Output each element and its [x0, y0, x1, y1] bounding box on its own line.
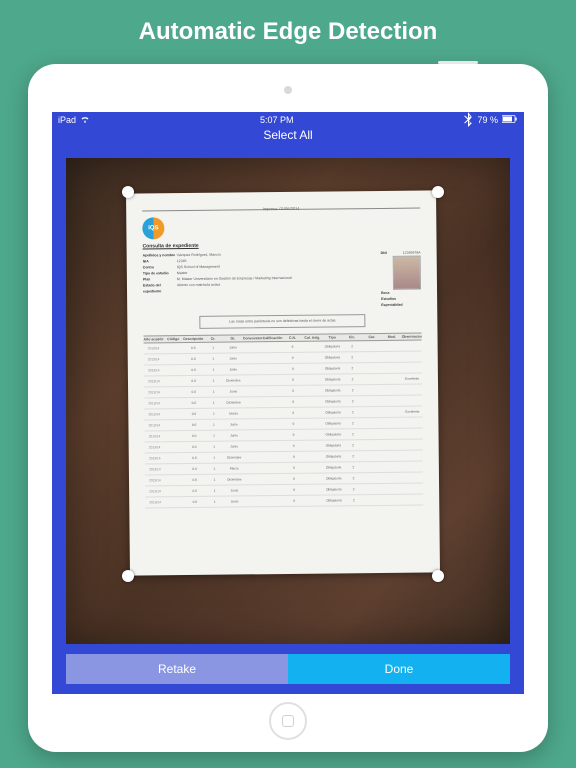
doc-field-value: Abierto con matrícula activa	[177, 280, 375, 294]
crop-handle-tr[interactable]	[432, 186, 444, 198]
nav-title[interactable]: Select All	[263, 128, 312, 142]
done-button[interactable]: Done	[288, 654, 510, 684]
doc-table: Año académicoCódigoDescripciónCr.Gr.Conv…	[143, 333, 423, 509]
battery-percent: 79 %	[477, 115, 498, 125]
crop-handle-tl[interactable]	[122, 186, 134, 198]
retake-button[interactable]: Retake	[66, 654, 288, 684]
lock-switch	[438, 61, 478, 64]
app-screen: iPad 5:07 PM 79 % Select All Impres	[52, 112, 524, 694]
nav-bar: Select All	[52, 128, 524, 152]
crop-handle-br[interactable]	[432, 570, 444, 582]
home-button-icon	[282, 715, 294, 727]
bluetooth-icon	[463, 112, 473, 129]
doc-field-label: Especialidad	[381, 302, 415, 308]
doc-field-value: 12345678A	[403, 250, 421, 256]
doc-field-label: Estado del expediente	[143, 282, 177, 294]
status-bar: iPad 5:07 PM 79 %	[52, 112, 524, 128]
crop-handle-bl[interactable]	[122, 570, 134, 582]
bottom-toolbar: Retake Done	[52, 654, 524, 694]
doc-logo: IQS	[142, 217, 164, 239]
hero-title: Automatic Edge Detection	[139, 18, 438, 46]
home-button[interactable]	[269, 702, 307, 740]
doc-field-label: DNI	[381, 250, 403, 256]
ipad-camera	[284, 86, 292, 94]
scanned-document: Impreso: 01/06/2014 IQS Consulta de expe…	[126, 190, 440, 575]
wifi-icon	[80, 115, 90, 125]
doc-note: Las notas entre paréntesis no son defini…	[199, 314, 366, 329]
doc-section-title: Consulta de expediente	[143, 241, 421, 250]
doc-print-date: Impreso: 01/06/2014	[142, 205, 420, 212]
photo-preview[interactable]: Impreso: 01/06/2014 IQS Consulta de expe…	[66, 158, 510, 644]
doc-id-photo	[393, 256, 421, 290]
status-time: 5:07 PM	[260, 115, 294, 125]
ipad-frame: iPad 5:07 PM 79 % Select All Impres	[28, 64, 548, 752]
battery-icon	[502, 115, 518, 125]
device-label: iPad	[58, 115, 76, 125]
